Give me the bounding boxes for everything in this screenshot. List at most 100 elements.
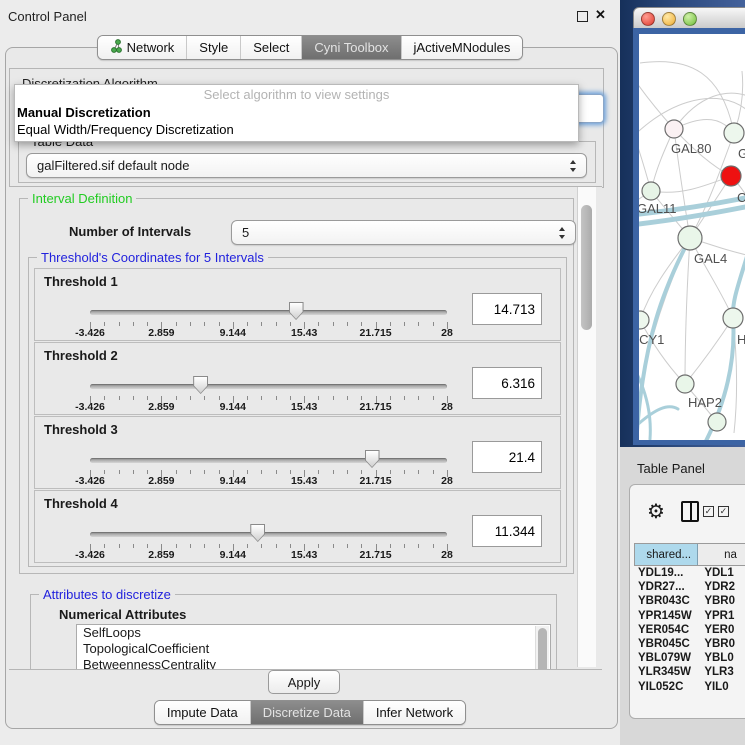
table-cell[interactable]: YBR043C: [634, 594, 699, 608]
close-icon[interactable]: ✕: [595, 7, 606, 23]
scrollbar-thumb[interactable]: [538, 628, 547, 670]
slider-track[interactable]: [90, 532, 447, 537]
network-view-frame: GAL80GACGAL11GAL4GCY1HHAP2: [633, 28, 745, 445]
table-cell[interactable]: YIL0: [699, 680, 745, 694]
network-icon: [110, 39, 127, 56]
node-label: H: [737, 332, 745, 347]
slider-thumb[interactable]: [250, 524, 265, 542]
slider-thumb[interactable]: [193, 376, 208, 394]
table-cell[interactable]: YDL1: [699, 566, 745, 580]
threshold-value-input[interactable]: [472, 293, 542, 325]
table-cell[interactable]: YPR145W: [634, 609, 699, 623]
table-cell[interactable]: YLR3: [699, 665, 745, 679]
panel-scrollbar[interactable]: [577, 187, 596, 667]
column-header[interactable]: na: [698, 544, 745, 565]
tick-label: 28: [417, 327, 477, 339]
minimize-traffic-light[interactable]: [662, 12, 676, 26]
tab-discretize-data[interactable]: Discretize Data: [250, 701, 363, 724]
float-icon[interactable]: [577, 11, 588, 22]
checkbox-icon[interactable]: ✓: [703, 506, 714, 517]
table-cell[interactable]: YBR0: [699, 637, 745, 651]
checkbox-icon[interactable]: ✓: [718, 506, 729, 517]
scrollbar-thumb[interactable]: [581, 205, 592, 330]
close-traffic-light[interactable]: [641, 12, 655, 26]
table-row[interactable]: YPR145WYPR1: [634, 609, 745, 623]
table-cell[interactable]: YER0: [699, 623, 745, 637]
table-cell[interactable]: YER054C: [634, 623, 699, 637]
table-row[interactable]: YIL052CYIL0: [634, 680, 745, 694]
dropdown-option[interactable]: Equal Width/Frequency Discretization: [15, 121, 578, 138]
network-canvas[interactable]: GAL80GACGAL11GAL4GCY1HHAP2: [639, 34, 745, 440]
slider-track[interactable]: [90, 310, 447, 315]
table-cell[interactable]: YBL079W: [634, 651, 699, 665]
list-scrollbar[interactable]: [535, 626, 549, 670]
network-node[interactable]: [642, 182, 660, 200]
slider-track[interactable]: [90, 384, 447, 389]
node-label: GAL4: [694, 251, 727, 266]
column-header[interactable]: shared...: [634, 544, 698, 565]
table-data-combo[interactable]: galFiltered.sif default node: [26, 153, 587, 178]
table-cell[interactable]: YBR0: [699, 594, 745, 608]
network-node[interactable]: [665, 120, 683, 138]
tab-cyni-toolbox[interactable]: Cyni Toolbox: [301, 36, 400, 59]
table-row[interactable]: YDR27...YDR2: [634, 580, 745, 594]
tab-network[interactable]: Network: [98, 36, 187, 59]
tick-label: 21.715: [346, 475, 406, 487]
network-node[interactable]: [639, 311, 649, 329]
dropdown-option[interactable]: Manual Discretization: [15, 104, 578, 121]
num-intervals-combo[interactable]: 5: [231, 220, 576, 245]
network-node[interactable]: [678, 226, 702, 250]
table-row[interactable]: YDL19...YDL1: [634, 566, 745, 580]
network-window-titlebar[interactable]: [633, 7, 745, 30]
table-cell[interactable]: YDL19...: [634, 566, 699, 580]
combo-spinner-icon[interactable]: [570, 160, 577, 172]
network-node[interactable]: [676, 375, 694, 393]
table-cell[interactable]: YPR1: [699, 609, 745, 623]
tab-infer-network[interactable]: Infer Network: [363, 701, 465, 724]
threshold-label: Threshold 2: [44, 348, 118, 363]
table-row[interactable]: YBL079WYBL0: [634, 651, 745, 665]
threshold-value-input[interactable]: [472, 367, 542, 399]
table-cell[interactable]: YDR27...: [634, 580, 699, 594]
tick-mark: [219, 322, 220, 326]
network-node[interactable]: [708, 413, 726, 431]
table-cell[interactable]: YDR2: [699, 580, 745, 594]
tab-style[interactable]: Style: [186, 36, 240, 59]
table-cell[interactable]: YLR345W: [634, 665, 699, 679]
tab-select[interactable]: Select: [240, 36, 301, 59]
table-cell[interactable]: YIL052C: [634, 680, 699, 694]
table-row[interactable]: YBR043CYBR0: [634, 594, 745, 608]
combo-spinner-icon[interactable]: [559, 227, 566, 239]
tab-impute-data[interactable]: Impute Data: [155, 701, 250, 724]
table-row[interactable]: YLR345WYLR3: [634, 665, 745, 679]
table-cell[interactable]: YBL0: [699, 651, 745, 665]
threshold-value-input[interactable]: [472, 441, 542, 473]
attribute-item[interactable]: BetweennessCentrality: [77, 657, 550, 670]
threshold-value-input[interactable]: [472, 515, 542, 547]
tick-label: 9.144: [203, 327, 263, 339]
gear-icon[interactable]: ⚙: [647, 499, 665, 524]
tick-mark: [204, 544, 205, 548]
network-node[interactable]: [721, 166, 741, 186]
network-node[interactable]: [723, 308, 743, 328]
slider-track[interactable]: [90, 458, 447, 463]
tab-jactivemnodules[interactable]: jActiveMNodules: [401, 36, 523, 59]
table-cell[interactable]: YBR045C: [634, 637, 699, 651]
slider-thumb-face: [290, 303, 303, 319]
slider-thumb[interactable]: [365, 450, 380, 468]
slider-thumb[interactable]: [289, 302, 304, 320]
tick-mark: [190, 544, 191, 548]
threshold-panel: Threshold 1-3.4262.8599.14415.4321.71528: [34, 268, 561, 341]
network-node[interactable]: [724, 123, 744, 143]
zoom-traffic-light[interactable]: [683, 12, 697, 26]
apply-button[interactable]: Apply: [268, 670, 340, 694]
attribute-item[interactable]: TopologicalCoefficient: [77, 641, 550, 657]
table-row[interactable]: YBR045CYBR0: [634, 637, 745, 651]
columns-icon[interactable]: [681, 501, 699, 522]
table-row[interactable]: YER054CYER0: [634, 623, 745, 637]
tick-mark: [190, 470, 191, 474]
tick-mark: [219, 396, 220, 400]
attribute-item[interactable]: SelfLoops: [77, 625, 550, 641]
tick-mark: [390, 470, 391, 474]
numerical-attributes-list[interactable]: SelfLoopsTopologicalCoefficientBetweenne…: [76, 624, 551, 670]
